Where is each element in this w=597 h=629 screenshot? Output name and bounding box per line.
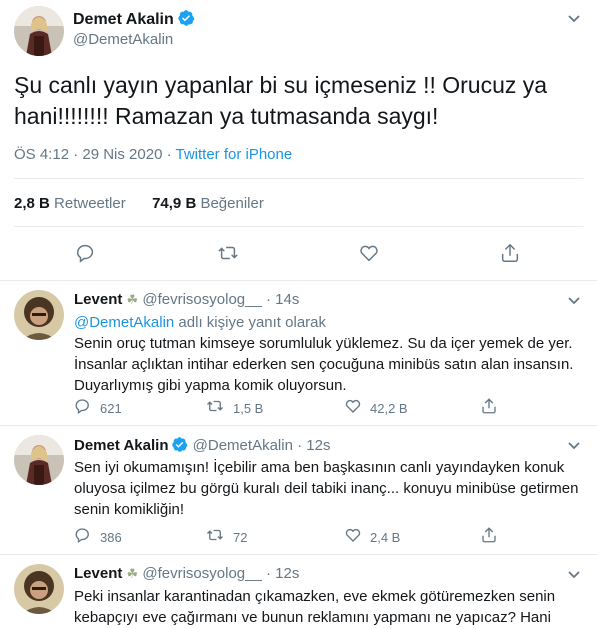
reply-header: Levent ☘ @fevrisosyolog__ · 14s bbox=[74, 291, 299, 308]
share-icon bbox=[499, 242, 521, 269]
author-handle[interactable]: @DemetAkalin bbox=[193, 437, 293, 454]
likes-stat[interactable]: 74,9 B Beğeniler bbox=[152, 195, 264, 212]
author-name[interactable]: Levent bbox=[74, 565, 122, 582]
divider bbox=[0, 425, 597, 426]
reply-context-text: adlı kişiye yanıt olarak bbox=[174, 314, 327, 331]
reply-context: @DemetAkalin adlı kişiye yanıt olarak bbox=[74, 312, 589, 333]
separator: · bbox=[265, 291, 271, 308]
reply-button[interactable]: 386 bbox=[74, 526, 122, 549]
avatar[interactable] bbox=[14, 564, 64, 614]
tweet-actions bbox=[0, 238, 597, 268]
reply-button[interactable] bbox=[75, 242, 97, 269]
like-count: 2,4 B bbox=[370, 530, 401, 545]
chevron-down-icon[interactable] bbox=[566, 10, 582, 31]
like-icon bbox=[344, 526, 362, 549]
reply-count: 621 bbox=[100, 401, 122, 416]
avatar[interactable] bbox=[14, 6, 64, 56]
retweets-stat[interactable]: 2,8 B Retweetler bbox=[14, 195, 126, 212]
avatar[interactable] bbox=[14, 435, 64, 485]
reply-button[interactable]: 621 bbox=[74, 397, 122, 420]
reply-header: Levent ☘ @fevrisosyolog__ · 12s bbox=[74, 565, 299, 582]
reply-tweet[interactable]: Levent ☘ @fevrisosyolog__ · 12s Peki ins… bbox=[0, 564, 597, 629]
like-count: 42,2 B bbox=[370, 401, 408, 416]
retweets-label: Retweetler bbox=[54, 195, 126, 212]
reply-icon bbox=[75, 242, 97, 269]
like-button[interactable] bbox=[358, 242, 380, 269]
retweet-button[interactable]: 72 bbox=[205, 526, 247, 549]
author-handle[interactable]: @fevrisosyolog__ bbox=[142, 291, 261, 308]
tweet-text: Peki insanlar karantinadan çıkamazken, e… bbox=[74, 588, 556, 626]
likes-label: Beğeniler bbox=[200, 195, 264, 212]
likes-count: 74,9 B bbox=[152, 195, 197, 212]
mention-link[interactable]: @DemetAkalin bbox=[74, 314, 174, 331]
retweet-count: 72 bbox=[233, 530, 248, 545]
chevron-down-icon[interactable] bbox=[566, 566, 582, 587]
tweet-timestamp[interactable]: 14s bbox=[275, 291, 299, 308]
retweet-button[interactable]: 1,5 B bbox=[205, 397, 263, 420]
dove-emoji-icon: ☘ bbox=[126, 292, 139, 307]
share-button[interactable] bbox=[499, 242, 521, 269]
dove-emoji-icon: ☘ bbox=[126, 566, 139, 581]
author-handle[interactable]: @fevrisosyolog__ bbox=[142, 565, 261, 582]
retweet-button[interactable] bbox=[216, 242, 240, 269]
chevron-down-icon[interactable] bbox=[566, 292, 582, 313]
share-icon bbox=[480, 397, 498, 420]
author-name[interactable]: Demet Akalin bbox=[73, 9, 195, 32]
author-name[interactable]: Levent bbox=[74, 291, 122, 308]
retweet-icon bbox=[216, 242, 240, 269]
divider bbox=[14, 178, 583, 179]
like-button[interactable]: 42,2 B bbox=[344, 397, 408, 420]
tweet-source-link[interactable]: Twitter for iPhone bbox=[175, 146, 292, 163]
author-name-text[interactable]: Demet Akalin bbox=[73, 11, 174, 28]
chevron-down-icon[interactable] bbox=[566, 437, 582, 458]
retweets-count: 2,8 B bbox=[14, 195, 50, 212]
like-icon bbox=[358, 242, 380, 269]
tweet-text: Şu canlı yayın yapanlar bi su içmeseniz … bbox=[14, 72, 548, 129]
share-icon bbox=[480, 526, 498, 549]
reply-header: Demet Akalin @DemetAkalin · 12s bbox=[74, 436, 330, 457]
share-button[interactable] bbox=[480, 526, 498, 549]
reply-icon bbox=[74, 397, 92, 420]
author-handle[interactable]: @DemetAkalin bbox=[73, 31, 173, 48]
like-button[interactable]: 2,4 B bbox=[344, 526, 400, 549]
retweet-count: 1,5 B bbox=[233, 401, 264, 416]
divider bbox=[0, 554, 597, 555]
tweet-meta: ÖS 4:12 · 29 Nis 2020 · Twitter for iPho… bbox=[14, 146, 292, 163]
tweet-actions: 386 72 2,4 B bbox=[0, 526, 597, 546]
tweet-actions: 621 1,5 B 42,2 B bbox=[0, 397, 597, 417]
author-name[interactable]: Demet Akalin bbox=[74, 437, 168, 454]
reply-count: 386 bbox=[100, 530, 122, 545]
divider bbox=[14, 226, 583, 227]
tweet-text: Senin oruç tutman kimseye sorumluluk yük… bbox=[74, 335, 574, 394]
verified-badge-icon bbox=[177, 9, 195, 32]
separator: · bbox=[265, 565, 271, 582]
avatar[interactable] bbox=[14, 290, 64, 340]
divider bbox=[0, 280, 597, 281]
tweet-timestamp[interactable]: 12s bbox=[275, 565, 299, 582]
tweet-timestamp[interactable]: 12s bbox=[306, 437, 330, 454]
retweet-icon bbox=[205, 526, 225, 549]
verified-badge-icon bbox=[171, 436, 188, 457]
reply-tweet[interactable]: Demet Akalin @DemetAkalin · 12s Sen iyi … bbox=[0, 435, 597, 553]
retweet-icon bbox=[205, 397, 225, 420]
share-button[interactable] bbox=[480, 397, 498, 420]
tweet-timestamp[interactable]: ÖS 4:12 · 29 Nis 2020 · bbox=[14, 146, 175, 163]
reply-tweet[interactable]: Levent ☘ @fevrisosyolog__ · 14s @DemetAk… bbox=[0, 290, 597, 424]
tweet-text: Sen iyi okumamışın! İçebilir ama ben baş… bbox=[74, 459, 579, 518]
like-icon bbox=[344, 397, 362, 420]
reply-icon bbox=[74, 526, 92, 549]
separator: · bbox=[297, 437, 303, 454]
tweet-stats: 2,8 B Retweetler 74,9 B Beğeniler bbox=[14, 195, 264, 212]
